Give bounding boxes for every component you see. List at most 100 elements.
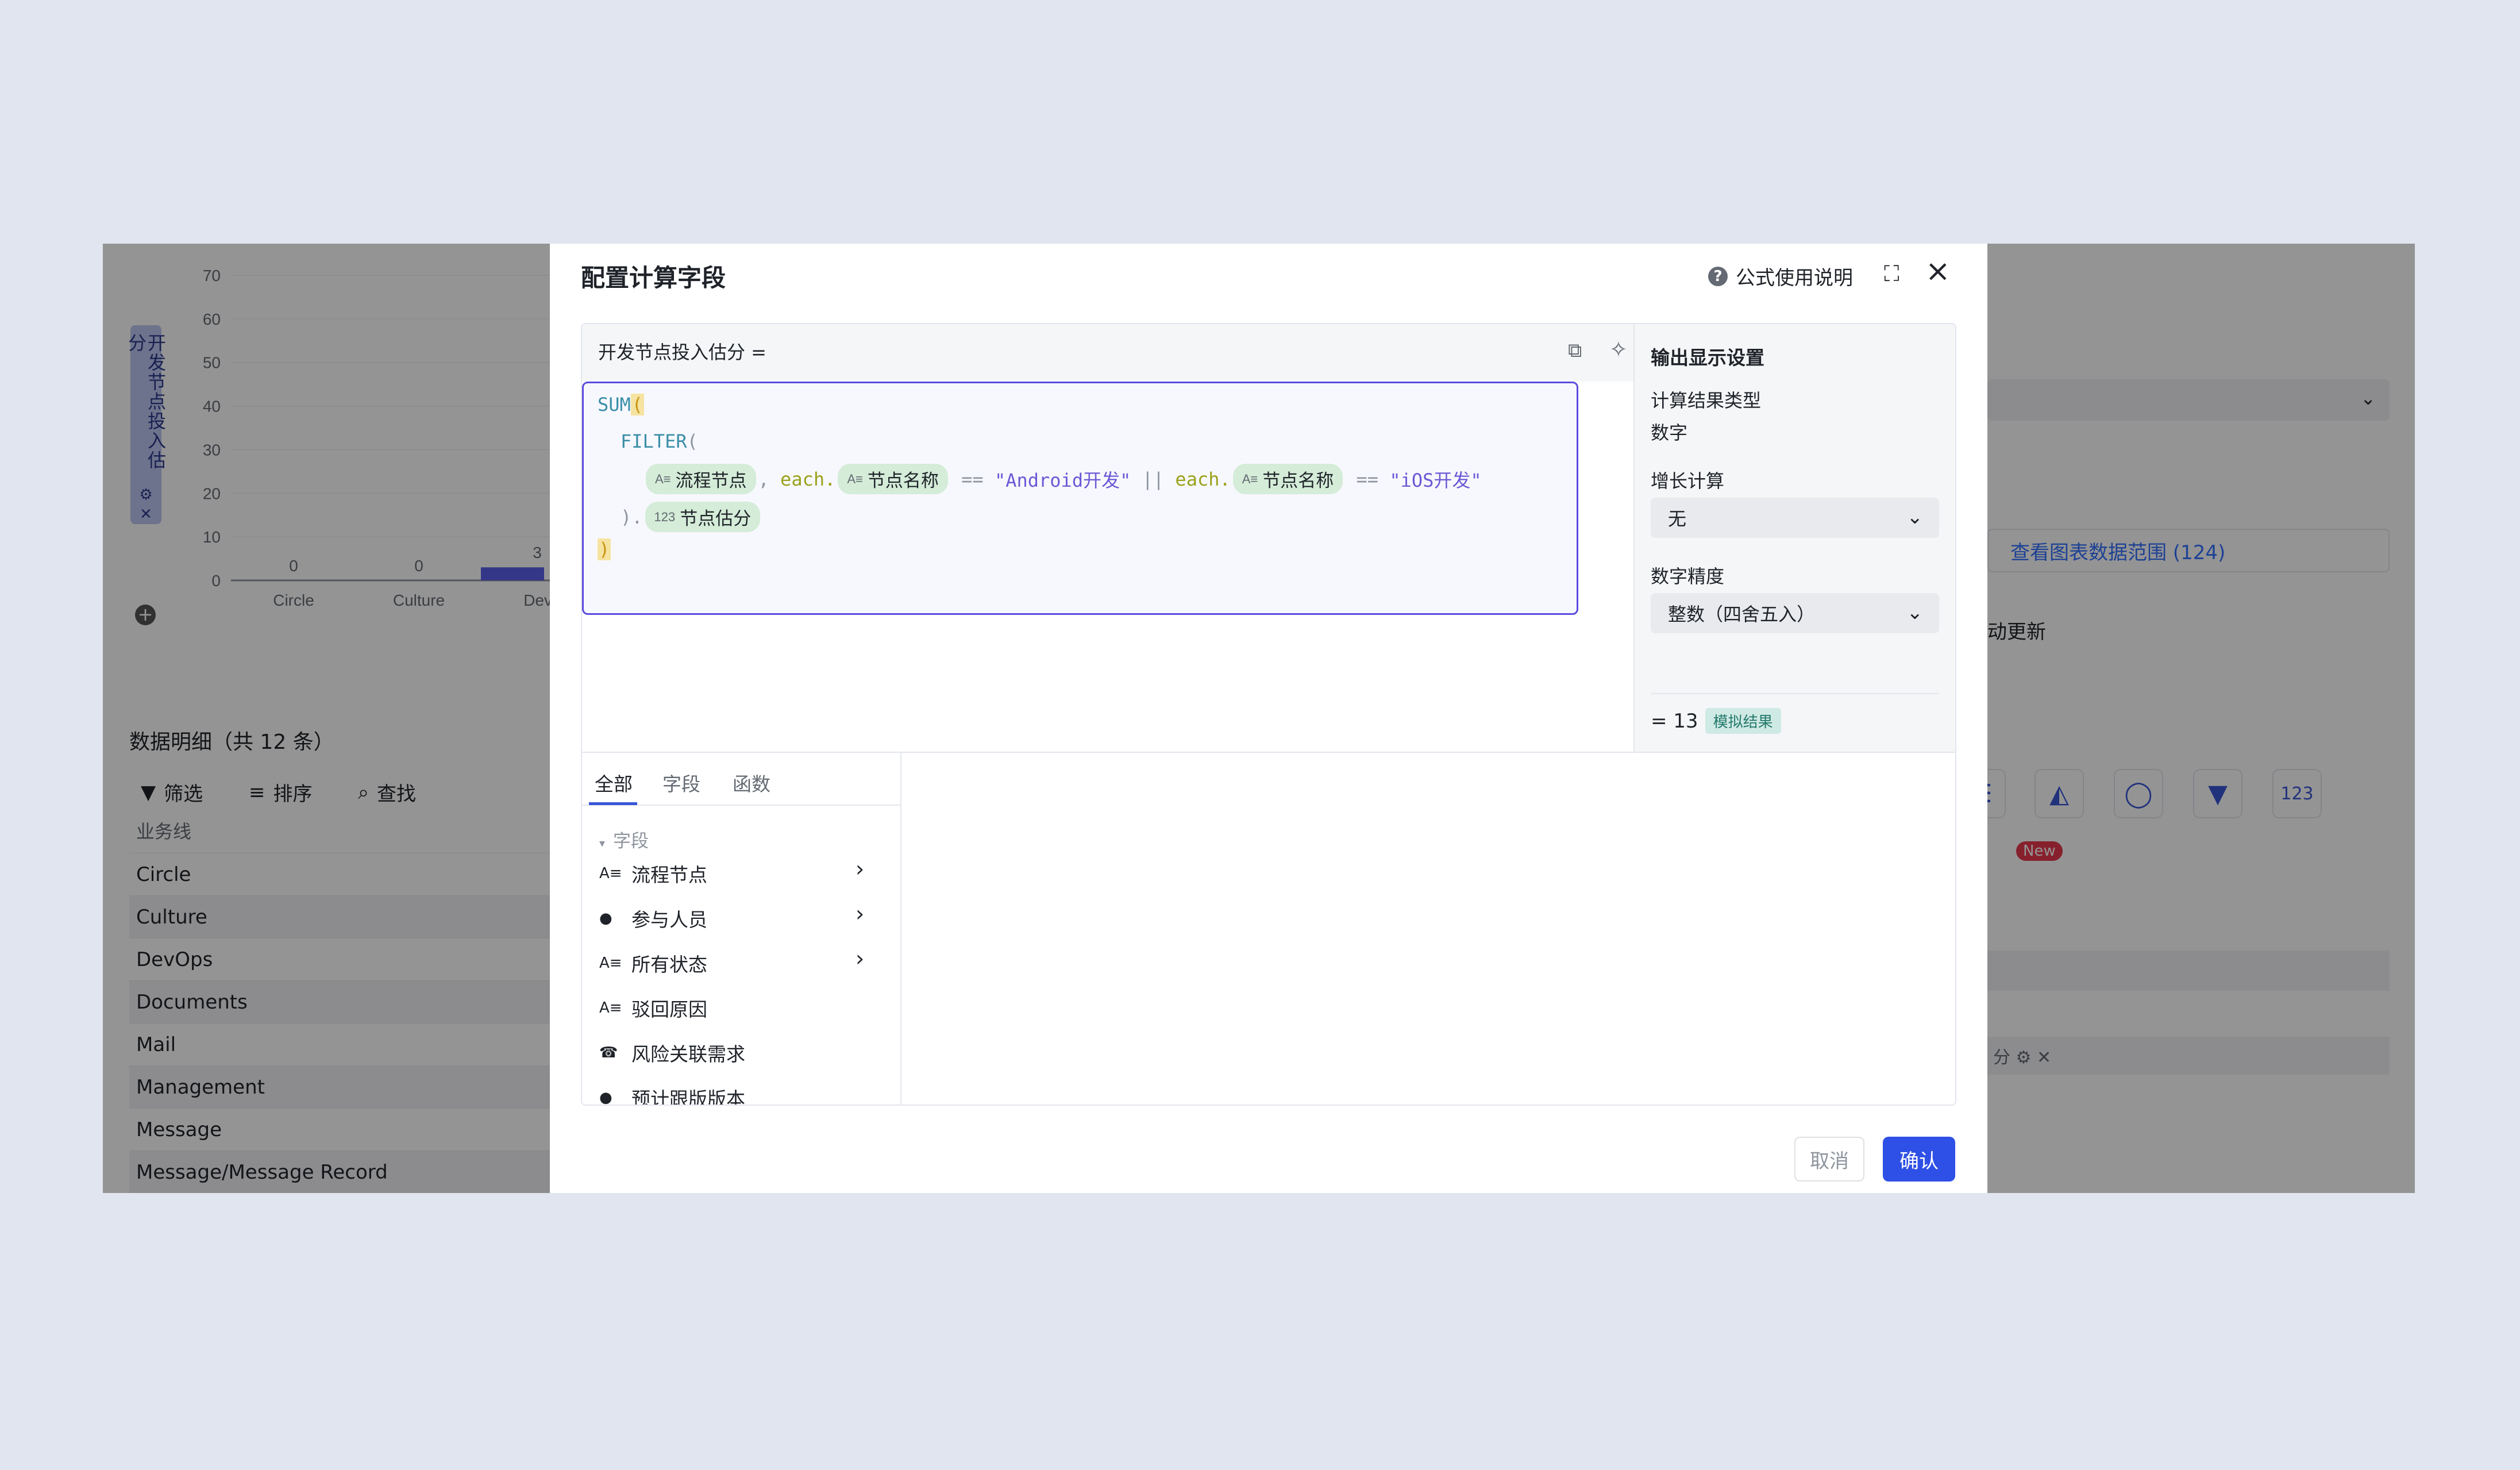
code-token: SUM: [598, 394, 631, 415]
simulated-result: = 13 模拟结果: [1651, 708, 1781, 734]
expand-icon[interactable]: ⛶: [1884, 261, 1899, 287]
result-badge: 模拟结果: [1705, 708, 1781, 734]
filter-icon: ▼: [141, 780, 156, 804]
calc-field-modal: 配置计算字段 ? 公式使用说明 ⛶ × 开发节点投入估分 = ⧉ ✧ SUM( …: [550, 244, 1987, 1193]
area-chart-icon[interactable]: ◭: [2035, 769, 2084, 818]
text-field-icon: A≡: [655, 471, 671, 486]
growth-calc-value: 无: [1668, 508, 1687, 530]
result-value: = 13: [1651, 709, 1698, 733]
code-token: each.: [1175, 468, 1231, 490]
y-tick-label: 30: [203, 441, 221, 459]
person-icon: ●: [599, 1089, 612, 1105]
field-list-item[interactable]: ● 预计跟版版本: [599, 1084, 745, 1105]
field-chip-flow-node[interactable]: A≡ 流程节点: [646, 464, 756, 494]
code-token: "Android开发": [994, 469, 1131, 491]
right-panel-section-bar: [1987, 951, 2390, 991]
field-list-item[interactable]: ● 参与人员: [599, 905, 707, 932]
code-token: ==: [961, 468, 984, 490]
x-tick-label: Circle: [273, 591, 314, 609]
text-field-icon: A≡: [1242, 471, 1258, 486]
person-icon: ●: [599, 910, 612, 927]
field-list-item[interactable]: A≡ 流程节点: [599, 860, 707, 887]
paren-close: ): [598, 538, 611, 560]
field-list-item[interactable]: A≡ 所有状态: [599, 949, 707, 977]
growth-calc-label: 增长计算: [1651, 470, 1725, 492]
chevron-down-icon: ⌄: [1906, 601, 1924, 624]
y-tick-label: 70: [203, 267, 221, 284]
y-tick-label: 20: [203, 484, 221, 502]
code-token: each.: [780, 468, 836, 490]
field-list-item[interactable]: A≡ 驳回原因: [599, 994, 707, 1022]
chevron-down-icon: ⌄: [2360, 387, 2376, 409]
help-icon: ?: [1708, 266, 1728, 286]
bar-value-label: 0: [289, 557, 298, 575]
output-settings-title: 输出显示设置: [1651, 347, 1764, 369]
chevron-down-icon: ⌄: [1906, 506, 1924, 529]
field-name-label: 开发节点投入估分 =: [598, 341, 766, 363]
field-list-item[interactable]: ☎ 风险关联需求: [599, 1039, 745, 1067]
bar[interactable]: [481, 567, 544, 580]
y-tick-label: 10: [203, 528, 221, 546]
formula-help-link[interactable]: ? 公式使用说明: [1708, 262, 1853, 290]
donut-chart-icon[interactable]: ◯: [2114, 769, 2163, 818]
link-icon: ☎: [599, 1044, 618, 1061]
find-button[interactable]: ⌕ 查找: [358, 778, 416, 806]
field-name-header: 开发节点投入估分 = ⧉ ✧: [582, 324, 1633, 382]
right-panel-select[interactable]: ⌄: [1987, 379, 2390, 421]
column-header: 业务线: [136, 821, 192, 842]
funnel-chart-icon[interactable]: ▼: [2193, 769, 2242, 818]
field-list-label: 参与人员: [631, 909, 707, 931]
number-card-icon[interactable]: 123: [2272, 769, 2322, 818]
data-range-link[interactable]: 查看图表数据范围 (124): [1987, 529, 2390, 572]
code-token: ,: [758, 468, 769, 490]
chevron-right-icon[interactable]: ›: [856, 901, 864, 926]
confirm-button[interactable]: 确认: [1883, 1137, 1955, 1182]
data-detail-title: 数据明细（共 12 条）: [129, 730, 334, 754]
y-tick-label: 50: [203, 354, 221, 372]
field-list-label: 驳回原因: [631, 998, 707, 1021]
field-list-label: 风险关联需求: [631, 1043, 745, 1065]
close-icon[interactable]: ×: [1925, 254, 1951, 288]
field-chip-node-score[interactable]: 123 节点估分: [645, 502, 761, 532]
precision-value: 整数（四舍五入）: [1668, 603, 1816, 625]
chevron-right-icon[interactable]: ›: [856, 856, 864, 882]
copy-icon[interactable]: ⧉: [1568, 339, 1582, 362]
modal-title: 配置计算字段: [581, 264, 726, 292]
formula-editor: 开发节点投入估分 = ⧉ ✧ SUM( FILTER( A≡ 流程节点 , eac…: [581, 323, 1956, 1106]
text-field-icon: A≡: [599, 865, 622, 882]
field-chip-node-name[interactable]: A≡ 节点名称: [838, 464, 948, 494]
formula-code-input[interactable]: SUM( FILTER( A≡ 流程节点 , each. A≡ 节点名称 == "A…: [582, 382, 1578, 615]
number-field-icon: 123: [654, 509, 676, 524]
text-field-icon: A≡: [599, 955, 622, 972]
field-list-label: 所有状态: [631, 953, 707, 976]
cancel-button[interactable]: 取消: [1794, 1137, 1864, 1182]
code-token: ==: [1356, 468, 1379, 490]
field-list-label: 预计跟版版本: [631, 1088, 745, 1105]
new-badge: New: [2016, 841, 2063, 861]
field-chip-node-name-2[interactable]: A≡ 节点名称: [1232, 464, 1343, 494]
result-type-value: 数字: [1651, 422, 1688, 444]
precision-select[interactable]: 整数（四舍五入） ⌄: [1651, 593, 1939, 633]
x-tick-label: Culture: [393, 591, 445, 609]
code-token: ||: [1142, 468, 1165, 490]
growth-calc-select[interactable]: 无 ⌄: [1651, 498, 1939, 538]
divider: [1651, 693, 1939, 694]
paren-open: (: [630, 394, 645, 415]
sort-icon: ≡: [249, 780, 265, 804]
filter-button[interactable]: ▼ 筛选: [141, 778, 203, 806]
text-field-icon: A≡: [847, 471, 863, 486]
y-tick-label: 40: [203, 398, 221, 415]
bar-value-label: 3: [533, 544, 542, 561]
format-icon[interactable]: ✧: [1609, 337, 1628, 362]
add-icon[interactable]: +: [135, 605, 156, 625]
paren-open: (: [687, 430, 698, 452]
chevron-right-icon[interactable]: ›: [856, 946, 864, 971]
text-field-icon: A≡: [599, 999, 622, 1017]
code-token: ).: [621, 506, 643, 528]
find-icon: ⌕: [358, 780, 369, 804]
field-function-picker: 全部 字段 函数 ▾ 字段 A≡ 流程节点 › ● 参与人员 › A≡ 所有状态 › A≡ 驳回原因 ☎…: [582, 753, 901, 1105]
code-token: "iOS开发": [1389, 469, 1482, 491]
right-panel-field-tag: 分 ⚙ ✕: [1987, 1037, 2390, 1075]
sort-button[interactable]: ≡ 排序: [249, 778, 313, 806]
precision-label: 数字精度: [1651, 565, 1725, 587]
